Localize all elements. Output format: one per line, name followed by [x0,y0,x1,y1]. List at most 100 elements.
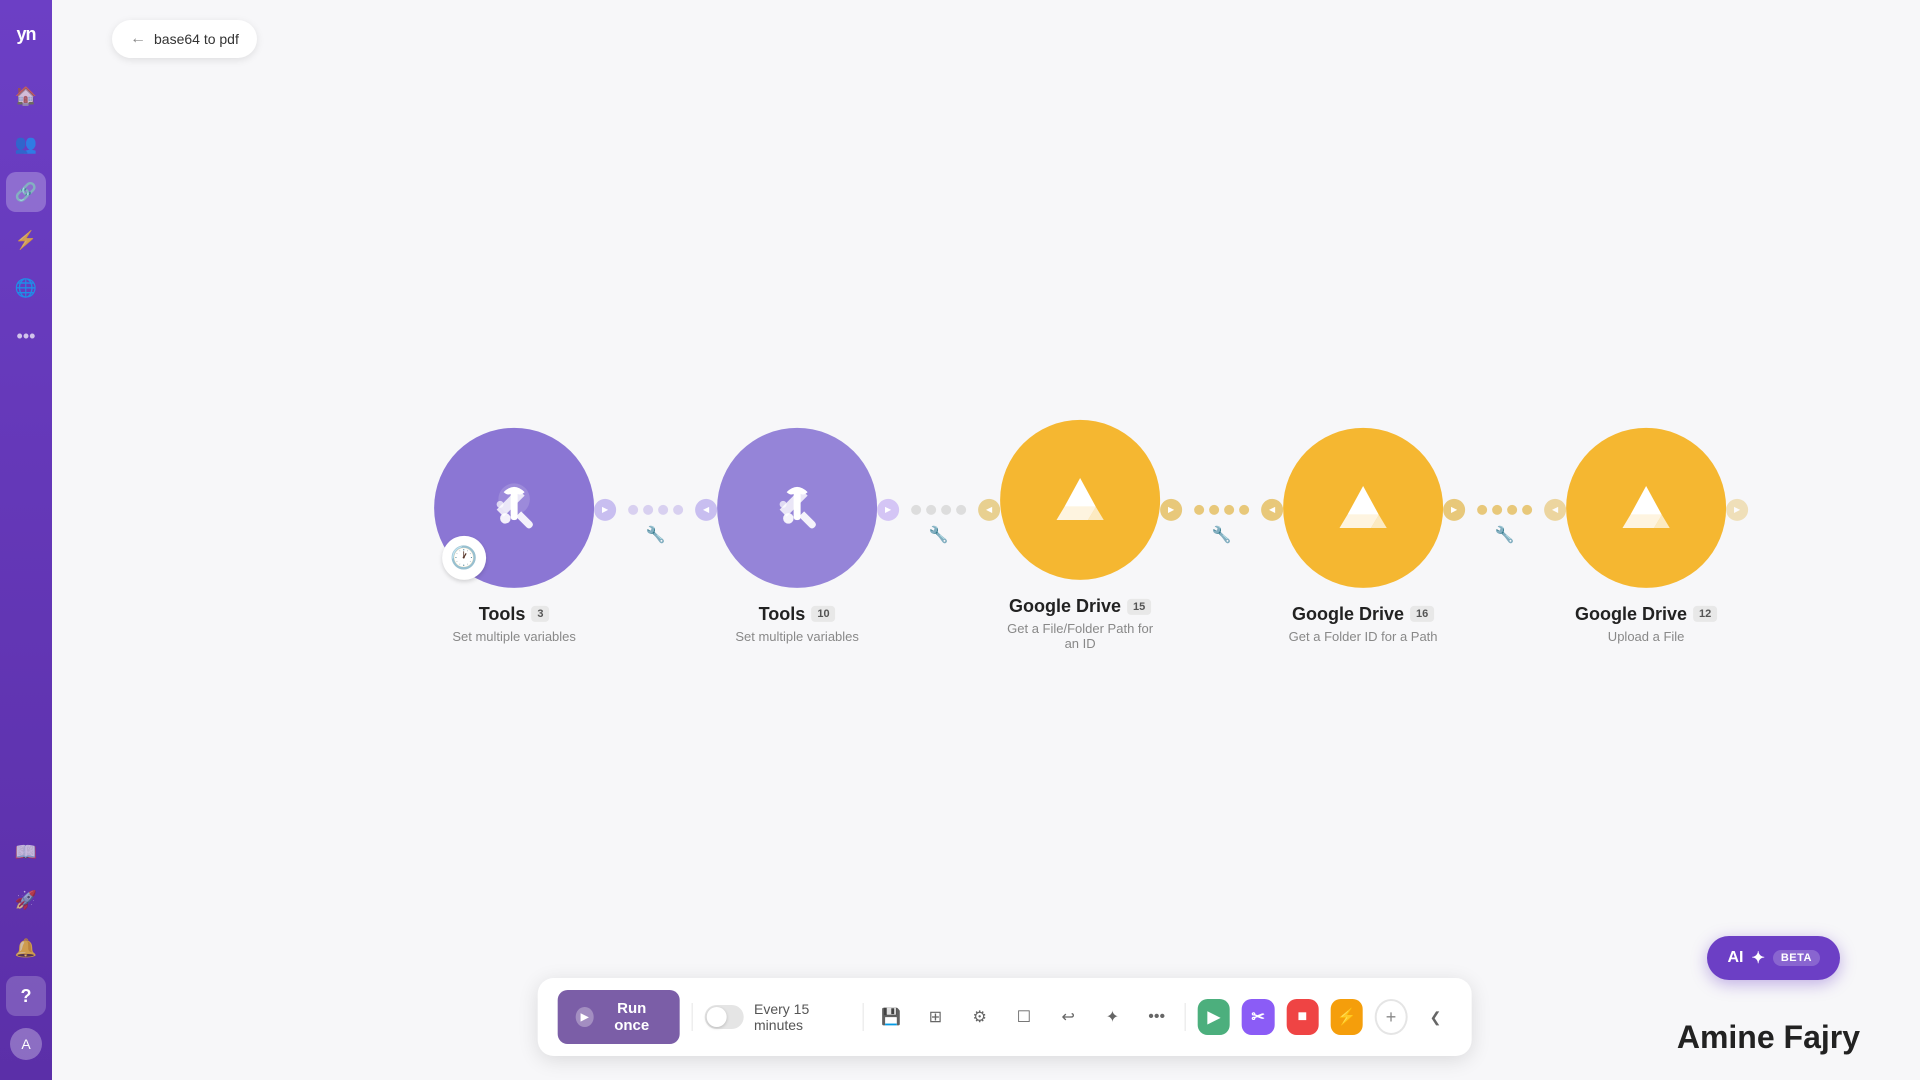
connector-4: ▶ ◀ 🔧 [1443,498,1566,520]
magic-icon: ✦ [1106,1007,1119,1027]
sidebar-item-automations[interactable]: ⚡ [6,220,46,260]
watermark: Amine Fajry [1677,1019,1860,1056]
breadcrumb-pill[interactable]: ← base64 to pdf [112,20,257,58]
dot [1477,504,1487,514]
dot [911,504,921,514]
play-icon: ▶ [576,1007,594,1027]
node-gdrive-3[interactable]: Google Drive 12 Upload a File [1566,427,1726,643]
collapse-icon: ❮ [1430,1009,1442,1026]
add-button[interactable]: + [1375,999,1408,1035]
connector-1: ▶ ◀ 🔧 [594,498,717,520]
settings-button[interactable]: ⚙ [964,999,996,1035]
breadcrumb[interactable]: ← base64 to pdf [112,20,257,58]
connector-arrow-right-5: ▶ [1726,498,1748,520]
sidebar-item-notifications[interactable]: 🔔 [6,928,46,968]
dot [1492,504,1502,514]
node-circle-gdrive-1 [1000,420,1160,580]
connector-2: ▶ ◀ 🔧 [877,498,1000,520]
workflow-container: 🕐 Tools 3 Set multiple variables ▶ [434,420,1748,651]
run-once-button[interactable]: ▶ Run once [558,990,680,1044]
ai-button[interactable]: AI ✦ BETA [1707,936,1840,980]
wrench-icon-1: 🔧 [646,524,666,544]
wrench-icon-4: 🔧 [1495,524,1515,544]
gdrive-icon-1 [1045,465,1115,535]
dot [956,504,966,514]
dot [658,504,668,514]
node-subtitle-4: Get a Folder ID for a Path [1289,628,1438,643]
connector-arrow-left-1: ◀ [695,498,717,520]
purple-action-button[interactable]: ✂ [1242,999,1274,1035]
connector-arrow-left-2: ◀ [978,498,1000,520]
sidebar-item-more[interactable]: ••• [6,316,46,356]
node-badge-1: 3 [531,606,549,622]
sidebar: yn 🏠 👥 🔗 ⚡ 🌐 ••• 📖 🚀 🔔 ? A [0,0,52,1080]
workflow-canvas: 🕐 Tools 3 Set multiple variables ▶ [52,0,1920,1080]
sidebar-logo: yn [8,16,44,52]
connector-arrow-right-3: ▶ [1160,498,1182,520]
green-action-button[interactable]: ▶ [1198,999,1230,1035]
wrench-icon-2: 🔧 [929,524,949,544]
dot [1209,504,1219,514]
node-subtitle-2: Set multiple variables [735,628,859,643]
save-button[interactable]: 💾 [875,999,907,1035]
schedule-toggle-container: Every 15 minutes [705,1001,850,1033]
dot [926,504,936,514]
dot [673,504,683,514]
sidebar-item-global[interactable]: 🌐 [6,268,46,308]
dot [941,504,951,514]
clock-badge-1: 🕐 [442,535,486,579]
orange-action-button[interactable]: ⚡ [1330,999,1362,1035]
dots-1 [620,504,691,514]
module-button[interactable]: ⊞ [919,999,951,1035]
undo-icon: ↩ [1061,1007,1074,1027]
notes-button[interactable]: ☐ [1008,999,1040,1035]
wrench-icon-3: 🔧 [1212,524,1232,544]
sidebar-item-team[interactable]: 👥 [6,124,46,164]
dot [1194,504,1204,514]
node-label-tools-2: Tools 10 Set multiple variables [735,603,859,643]
red-action-button[interactable]: ■ [1286,999,1318,1035]
notes-icon: ☐ [1017,1007,1031,1027]
dot [1507,504,1517,514]
breadcrumb-title: base64 to pdf [154,31,239,47]
node-gdrive-2[interactable]: Google Drive 16 Get a Folder ID for a Pa… [1283,427,1443,643]
sidebar-item-help[interactable]: ? [6,976,46,1016]
schedule-toggle[interactable] [705,1005,744,1029]
node-label-gdrive-1: Google Drive 15 Get a File/Folder Path f… [1000,596,1160,651]
sidebar-item-docs[interactable]: 📖 [6,832,46,872]
more-button[interactable]: ••• [1141,999,1173,1035]
node-title-gdrive-2: Google Drive 16 [1289,603,1438,624]
node-subtitle-3: Get a File/Folder Path for an ID [1000,621,1160,651]
watermark-text: Amine Fajry [1677,1019,1860,1055]
lightning-icon: ⚡ [1337,1007,1357,1027]
node-subtitle-1: Set multiple variables [452,628,576,643]
stop-icon: ■ [1297,1008,1307,1026]
dot [1224,504,1234,514]
more-icon: ••• [1148,1008,1165,1026]
node-gdrive-1[interactable]: Google Drive 15 Get a File/Folder Path f… [1000,420,1160,651]
tools-icon-1 [479,472,549,542]
node-title-tools-2: Tools 10 [735,603,859,624]
collapse-button[interactable]: ❮ [1419,999,1451,1035]
gdrive-icon-2 [1328,472,1398,542]
connector-arrow-left-3: ◀ [1261,498,1283,520]
node-circle-tools-1: 🕐 [434,427,594,587]
magic-button[interactable]: ✦ [1096,999,1128,1035]
sidebar-item-connections[interactable]: 🔗 [6,172,46,212]
green-icon: ▶ [1208,1007,1220,1027]
node-title-text-1: Tools [479,603,526,624]
node-circle-gdrive-3 [1566,427,1726,587]
toolbar-divider-3 [1185,1003,1186,1031]
dot [643,504,653,514]
connector-arrow-right-4: ▶ [1443,498,1465,520]
node-tools-1[interactable]: 🕐 Tools 3 Set multiple variables [434,427,594,643]
beta-badge: BETA [1773,950,1820,966]
sidebar-item-home[interactable]: 🏠 [6,76,46,116]
undo-button[interactable]: ↩ [1052,999,1084,1035]
sidebar-item-deploy[interactable]: 🚀 [6,880,46,920]
dots-3 [1186,504,1257,514]
save-icon: 💾 [881,1007,901,1027]
node-title-gdrive-1: Google Drive 15 [1000,596,1160,617]
node-tools-2[interactable]: Tools 10 Set multiple variables [717,427,877,643]
sidebar-item-profile[interactable]: A [6,1024,46,1064]
